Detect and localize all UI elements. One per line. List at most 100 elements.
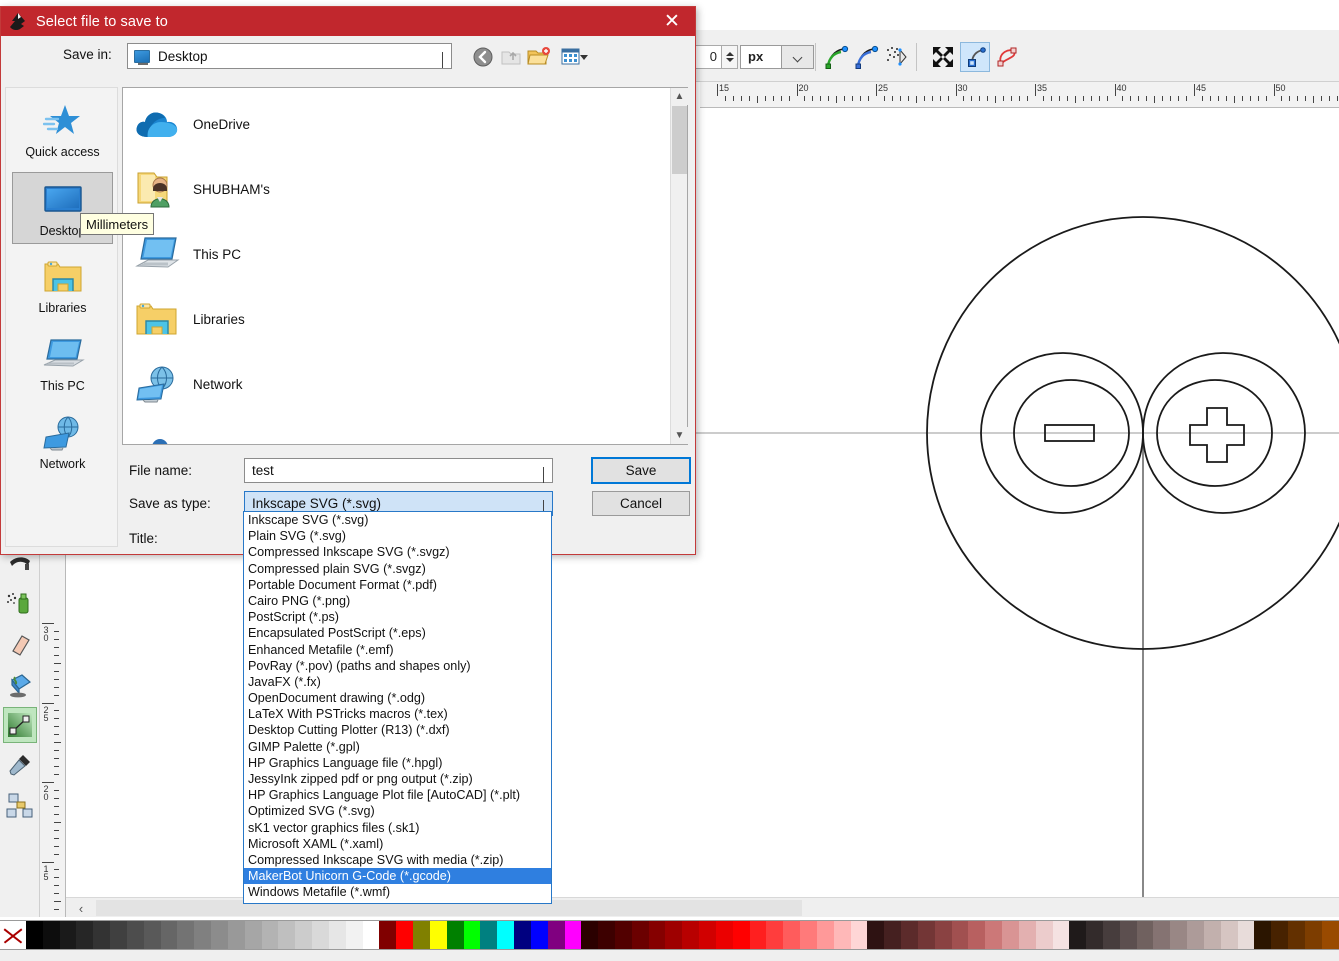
color-palette[interactable] [0, 920, 1339, 950]
spray-tool-icon[interactable] [3, 587, 37, 623]
unit-dropdown-button[interactable] [782, 45, 814, 69]
color-swatch[interactable] [1120, 921, 1137, 949]
place-network[interactable]: Network [12, 406, 113, 478]
color-swatch[interactable] [144, 921, 161, 949]
views-dropdown-arrow[interactable] [577, 45, 591, 69]
color-swatch[interactable] [1204, 921, 1221, 949]
color-swatch[interactable] [834, 921, 851, 949]
vertical-ruler[interactable]: 3 02 52 01 5 [40, 545, 66, 917]
color-swatch[interactable] [1170, 921, 1187, 949]
show-node-handles-icon[interactable] [960, 42, 990, 72]
color-swatch[interactable] [783, 921, 800, 949]
color-swatch[interactable] [548, 921, 565, 949]
color-swatch[interactable] [312, 921, 329, 949]
color-swatch[interactable] [245, 921, 262, 949]
color-swatch[interactable] [346, 921, 363, 949]
make-smooth-node-icon[interactable] [852, 42, 882, 72]
dropdown-option[interactable]: Cairo PNG (*.png) [244, 593, 551, 609]
save-as-type-dropdown-list[interactable]: Inkscape SVG (*.svg)Plain SVG (*.svg) Com… [243, 511, 552, 904]
color-swatch[interactable] [1002, 921, 1019, 949]
color-swatch[interactable] [497, 921, 514, 949]
color-swatch[interactable] [396, 921, 413, 949]
file-list[interactable]: OneDrive SHUBHAM's [122, 87, 688, 445]
color-swatch[interactable] [581, 921, 598, 949]
dropdown-option[interactable]: HP Graphics Language file (*.hpgl) [244, 755, 551, 771]
color-swatch[interactable] [447, 921, 464, 949]
dialog-title-bar[interactable]: Select file to save to ✕ [1, 7, 695, 36]
color-swatch[interactable] [295, 921, 312, 949]
color-swatch[interactable] [632, 921, 649, 949]
dropper-tool-icon[interactable] [3, 747, 37, 783]
color-swatch[interactable] [1019, 921, 1036, 949]
place-libraries[interactable]: Libraries [12, 250, 113, 322]
horizontal-ruler[interactable]: 1520253035404550 [700, 82, 1339, 108]
color-swatch[interactable] [867, 921, 884, 949]
dropdown-option[interactable]: OpenDocument drawing (*.odg) [244, 690, 551, 706]
color-swatch[interactable] [363, 921, 380, 949]
dropdown-option[interactable]: JessyInk zipped pdf or png output (*.zip… [244, 771, 551, 787]
color-swatch[interactable] [716, 921, 733, 949]
color-swatch[interactable] [43, 921, 60, 949]
color-swatch[interactable] [935, 921, 952, 949]
color-swatch[interactable] [1069, 921, 1086, 949]
color-swatch[interactable] [464, 921, 481, 949]
color-swatch[interactable] [649, 921, 666, 949]
color-swatch[interactable] [1137, 921, 1154, 949]
color-swatch[interactable] [1288, 921, 1305, 949]
color-swatch[interactable] [1271, 921, 1288, 949]
scroll-left-icon[interactable]: ‹ [68, 898, 94, 918]
place-this-pc[interactable]: This PC [12, 328, 113, 400]
chevron-down-icon[interactable] [543, 467, 544, 483]
dropdown-option[interactable]: Compressed Inkscape SVG with media (*.zi… [244, 852, 551, 868]
dropdown-option[interactable]: PostScript (*.ps) [244, 609, 551, 625]
color-swatch[interactable] [1086, 921, 1103, 949]
color-swatch[interactable] [211, 921, 228, 949]
color-swatch[interactable] [665, 921, 682, 949]
dropdown-option[interactable]: Optimized SVG (*.svg) [244, 803, 551, 819]
show-transform-handles-icon[interactable] [928, 42, 958, 72]
scrollbar-thumb[interactable] [672, 106, 687, 174]
show-path-outline-icon[interactable] [992, 42, 1022, 72]
color-swatch[interactable] [110, 921, 127, 949]
dropdown-option[interactable]: Desktop Cutting Plotter (R13) (*.dxf) [244, 722, 551, 738]
node-y-spin-arrows[interactable] [722, 45, 738, 69]
file-name-input[interactable]: test [244, 458, 553, 483]
paint-bucket-tool-icon[interactable] [3, 667, 37, 703]
dropdown-option[interactable]: Plain SVG (*.svg) [244, 528, 551, 544]
color-swatch[interactable] [800, 921, 817, 949]
color-swatch[interactable] [1153, 921, 1170, 949]
close-icon[interactable]: ✕ [649, 7, 695, 36]
color-swatch[interactable] [1305, 921, 1322, 949]
color-swatch[interactable] [884, 921, 901, 949]
color-swatch[interactable] [598, 921, 615, 949]
color-swatch[interactable] [430, 921, 447, 949]
object-to-path-icon[interactable] [882, 42, 912, 72]
color-swatch[interactable] [60, 921, 77, 949]
dropdown-option[interactable]: LaTeX With PSTricks macros (*.tex) [244, 706, 551, 722]
place-quick-access[interactable]: Quick access [12, 94, 113, 166]
color-swatch[interactable] [565, 921, 582, 949]
dropdown-option[interactable]: Inkscape SVG (*.svg) [244, 512, 551, 528]
color-swatch[interactable] [1036, 921, 1053, 949]
color-swatch[interactable] [817, 921, 834, 949]
color-swatch[interactable] [985, 921, 1002, 949]
color-swatch[interactable] [228, 921, 245, 949]
dropdown-option[interactable]: JavaFX (*.fx) [244, 674, 551, 690]
dropdown-option[interactable]: GIMP Palette (*.gpl) [244, 739, 551, 755]
gradient-tool-icon[interactable] [3, 707, 37, 743]
color-swatch[interactable] [161, 921, 178, 949]
dropdown-option[interactable]: sK1 vector graphics files (.sk1) [244, 820, 551, 836]
color-swatch[interactable] [514, 921, 531, 949]
color-swatch[interactable] [262, 921, 279, 949]
color-swatch[interactable] [952, 921, 969, 949]
color-swatch[interactable] [329, 921, 346, 949]
dropdown-option[interactable]: Compressed plain SVG (*.svgz) [244, 561, 551, 577]
dropdown-option[interactable]: PovRay (*.pov) (paths and shapes only) [244, 658, 551, 674]
file-list-scrollbar[interactable]: ▲ ▼ [670, 88, 687, 444]
dropdown-option[interactable]: Microsoft XAML (*.xaml) [244, 836, 551, 852]
color-swatch[interactable] [93, 921, 110, 949]
new-folder-icon[interactable] [525, 45, 553, 69]
list-item[interactable]: This PC [133, 226, 433, 282]
color-swatch[interactable] [1254, 921, 1271, 949]
color-swatch[interactable] [278, 921, 295, 949]
